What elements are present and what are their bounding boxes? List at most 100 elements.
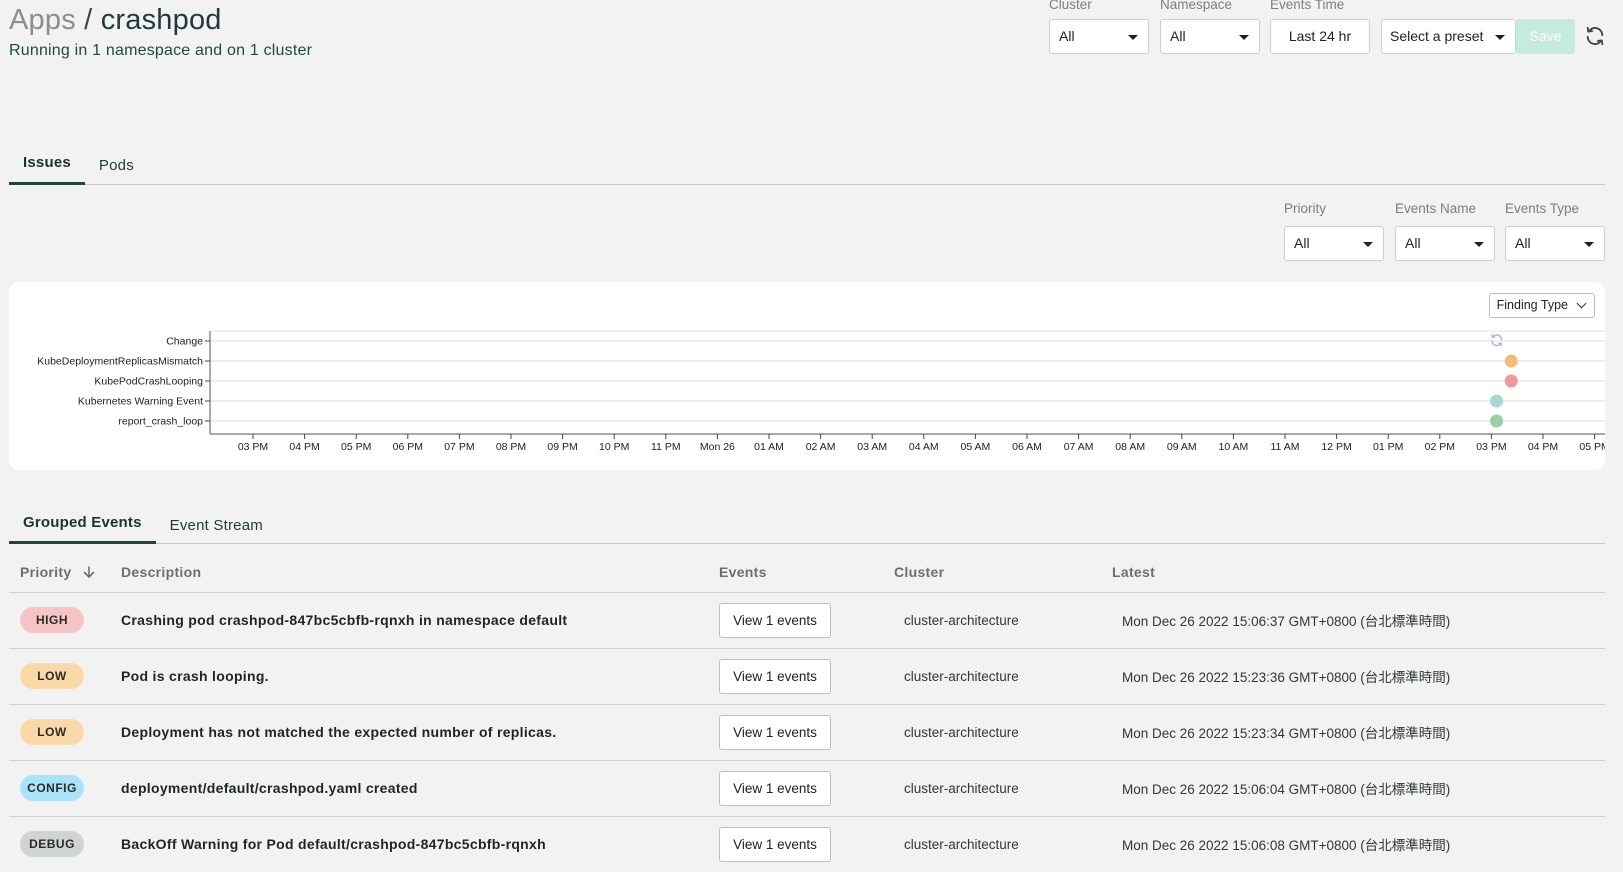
view-events-button[interactable]: View 1 events	[719, 770, 831, 806]
priority-select[interactable]: All	[1284, 226, 1384, 261]
change-point-refresh-icon[interactable]	[1491, 334, 1503, 347]
tab-grouped-events[interactable]: Grouped Events	[9, 513, 156, 544]
column-priority-label: Priority	[20, 564, 72, 580]
priority-filter: Priority All	[1284, 202, 1384, 261]
data-point[interactable]	[1504, 354, 1518, 368]
x-tick-label: 08 AM	[1115, 441, 1145, 453]
caret-down-icon	[1495, 35, 1505, 40]
cluster-cell: cluster-architecture	[904, 780, 1019, 796]
x-tick-label: 09 AM	[1167, 441, 1197, 453]
view-events-button[interactable]: View 1 events	[719, 658, 831, 694]
latest-cell: Mon Dec 26 2022 15:06:37 GMT+0800 (台北標準時…	[1122, 614, 1451, 630]
table-row[interactable]: DEBUG BackOff Warning for Pod default/cra…	[9, 817, 1605, 872]
priority-select-value: All	[1294, 235, 1310, 251]
x-tick-label: 04 PM	[1528, 441, 1558, 453]
preset-select-value: Select a preset	[1390, 28, 1484, 44]
column-events: Events	[719, 564, 767, 580]
view-events-button[interactable]: View 1 events	[719, 714, 831, 750]
table-row[interactable]: LOW Pod is crash looping. View 1 events clu…	[9, 649, 1605, 705]
events-cell: View 1 events	[719, 770, 894, 806]
tab-issues[interactable]: Issues	[9, 150, 85, 185]
data-point[interactable]	[1490, 414, 1504, 428]
namespace-select[interactable]: All	[1160, 19, 1260, 54]
x-tick-label: Mon 26	[700, 441, 735, 453]
column-cluster: Cluster	[894, 564, 945, 580]
cluster-select[interactable]: All	[1049, 19, 1149, 54]
x-tick-label: 03 PM	[238, 441, 268, 453]
priority-filter-label: Priority	[1284, 201, 1327, 216]
column-latest: Latest	[1112, 564, 1156, 580]
x-tick-label: 07 PM	[444, 441, 474, 453]
description-cell: BackOff Warning for Pod default/crashpod…	[121, 836, 546, 853]
timeline-chart-card: Finding Type Change KubeDeploymentReplica…	[9, 282, 1605, 470]
view-events-button[interactable]: View 1 events	[719, 602, 831, 638]
cluster-filter-label: Cluster	[1049, 0, 1092, 12]
cluster-cell: cluster-architecture	[904, 724, 1019, 740]
events-type-filter-label: Events Type	[1505, 201, 1580, 216]
page-title: Apps / crashpod	[9, 2, 312, 38]
caret-down-icon	[1363, 242, 1373, 247]
table-row[interactable]: LOW Deployment has not matched the expect…	[9, 705, 1605, 761]
x-tick-label: 10 AM	[1219, 441, 1249, 453]
x-tick-label: 02 AM	[806, 441, 836, 453]
events-name-select[interactable]: All	[1395, 226, 1495, 261]
y-tick-label: Change	[166, 336, 203, 348]
x-tick-label: 11 AM	[1271, 441, 1300, 453]
arrow-down-icon[interactable]	[82, 565, 96, 582]
caret-down-icon	[1128, 35, 1138, 40]
priority-badge: LOW	[20, 719, 84, 746]
preset-filter: Select a preset	[1381, 19, 1516, 54]
breadcrumb-apps[interactable]: Apps	[9, 4, 76, 36]
page-header: Apps / crashpod Running in 1 namespace a…	[9, 2, 312, 60]
app-page: Apps / crashpod Running in 1 namespace a…	[0, 0, 1623, 872]
y-tick-label: report_crash_loop	[118, 416, 203, 428]
namespace-filter-label: Namespace	[1160, 0, 1233, 12]
cluster-select-value: All	[1059, 28, 1075, 44]
column-priority[interactable]: Priority	[9, 564, 121, 582]
table-row[interactable]: CONFIG deployment/default/crashpod.yaml c…	[9, 761, 1605, 817]
priority-badge: HIGH	[20, 607, 84, 634]
priority-cell: LOW	[9, 719, 121, 746]
caret-down-icon	[1474, 242, 1484, 247]
events-type-filter: Events Type All	[1505, 202, 1605, 261]
timeline-chart: Change KubeDeploymentReplicasMismatch Kube…	[37, 330, 1605, 453]
breadcrumb-separator: /	[84, 4, 93, 36]
cluster-cell: cluster-architecture	[904, 612, 1019, 628]
data-point[interactable]	[1490, 394, 1504, 408]
latest-cell: Mon Dec 26 2022 15:23:36 GMT+0800 (台北標準時…	[1122, 670, 1451, 686]
refresh-icon[interactable]	[1584, 25, 1606, 52]
x-tick-label: 01 PM	[1373, 441, 1403, 453]
x-tick-label: 05 PM	[1579, 441, 1605, 453]
x-tick-label: 05 AM	[961, 441, 991, 453]
priority-badge: LOW	[20, 663, 84, 690]
description-cell: Deployment has not matched the expected …	[121, 724, 557, 741]
events-cell: View 1 events	[719, 714, 894, 750]
x-tick-label: 03 PM	[1476, 441, 1506, 453]
tab-pods[interactable]: Pods	[85, 150, 148, 184]
x-tick-label: 01 AM	[754, 441, 784, 453]
latest-cell: Mon Dec 26 2022 15:06:08 GMT+0800 (台北標準時…	[1122, 838, 1451, 854]
preset-select[interactable]: Select a preset	[1381, 19, 1516, 54]
events-name-filter-label: Events Name	[1395, 201, 1477, 216]
app-name: crashpod	[100, 4, 222, 36]
table-row[interactable]: HIGH Crashing pod crashpod-847bc5cbfb-rqn…	[9, 593, 1605, 649]
event-tabs: Grouped Events Event Stream	[9, 513, 1605, 544]
page-subtitle: Running in 1 namespace and on 1 cluster	[9, 42, 313, 59]
cluster-cell: cluster-architecture	[904, 836, 1019, 852]
x-tick-label: 12 PM	[1321, 441, 1351, 453]
tab-event-stream[interactable]: Event Stream	[156, 513, 277, 543]
data-point[interactable]	[1504, 374, 1518, 388]
cluster-cell: cluster-architecture	[904, 668, 1019, 684]
table-body: HIGH Crashing pod crashpod-847bc5cbfb-rqn…	[9, 593, 1605, 872]
namespace-select-value: All	[1170, 28, 1186, 44]
events-cell: View 1 events	[719, 826, 894, 862]
column-description: Description	[121, 564, 202, 580]
events-cell: View 1 events	[719, 658, 894, 694]
save-button[interactable]: Save	[1516, 19, 1575, 54]
events-time-picker[interactable]: Last 24 hr	[1270, 19, 1370, 54]
priority-cell: HIGH	[9, 607, 121, 634]
view-events-button[interactable]: View 1 events	[719, 826, 831, 862]
x-tick-label: 05 PM	[341, 441, 371, 453]
events-type-select[interactable]: All	[1505, 226, 1605, 261]
x-tick-label: 04 PM	[289, 441, 319, 453]
